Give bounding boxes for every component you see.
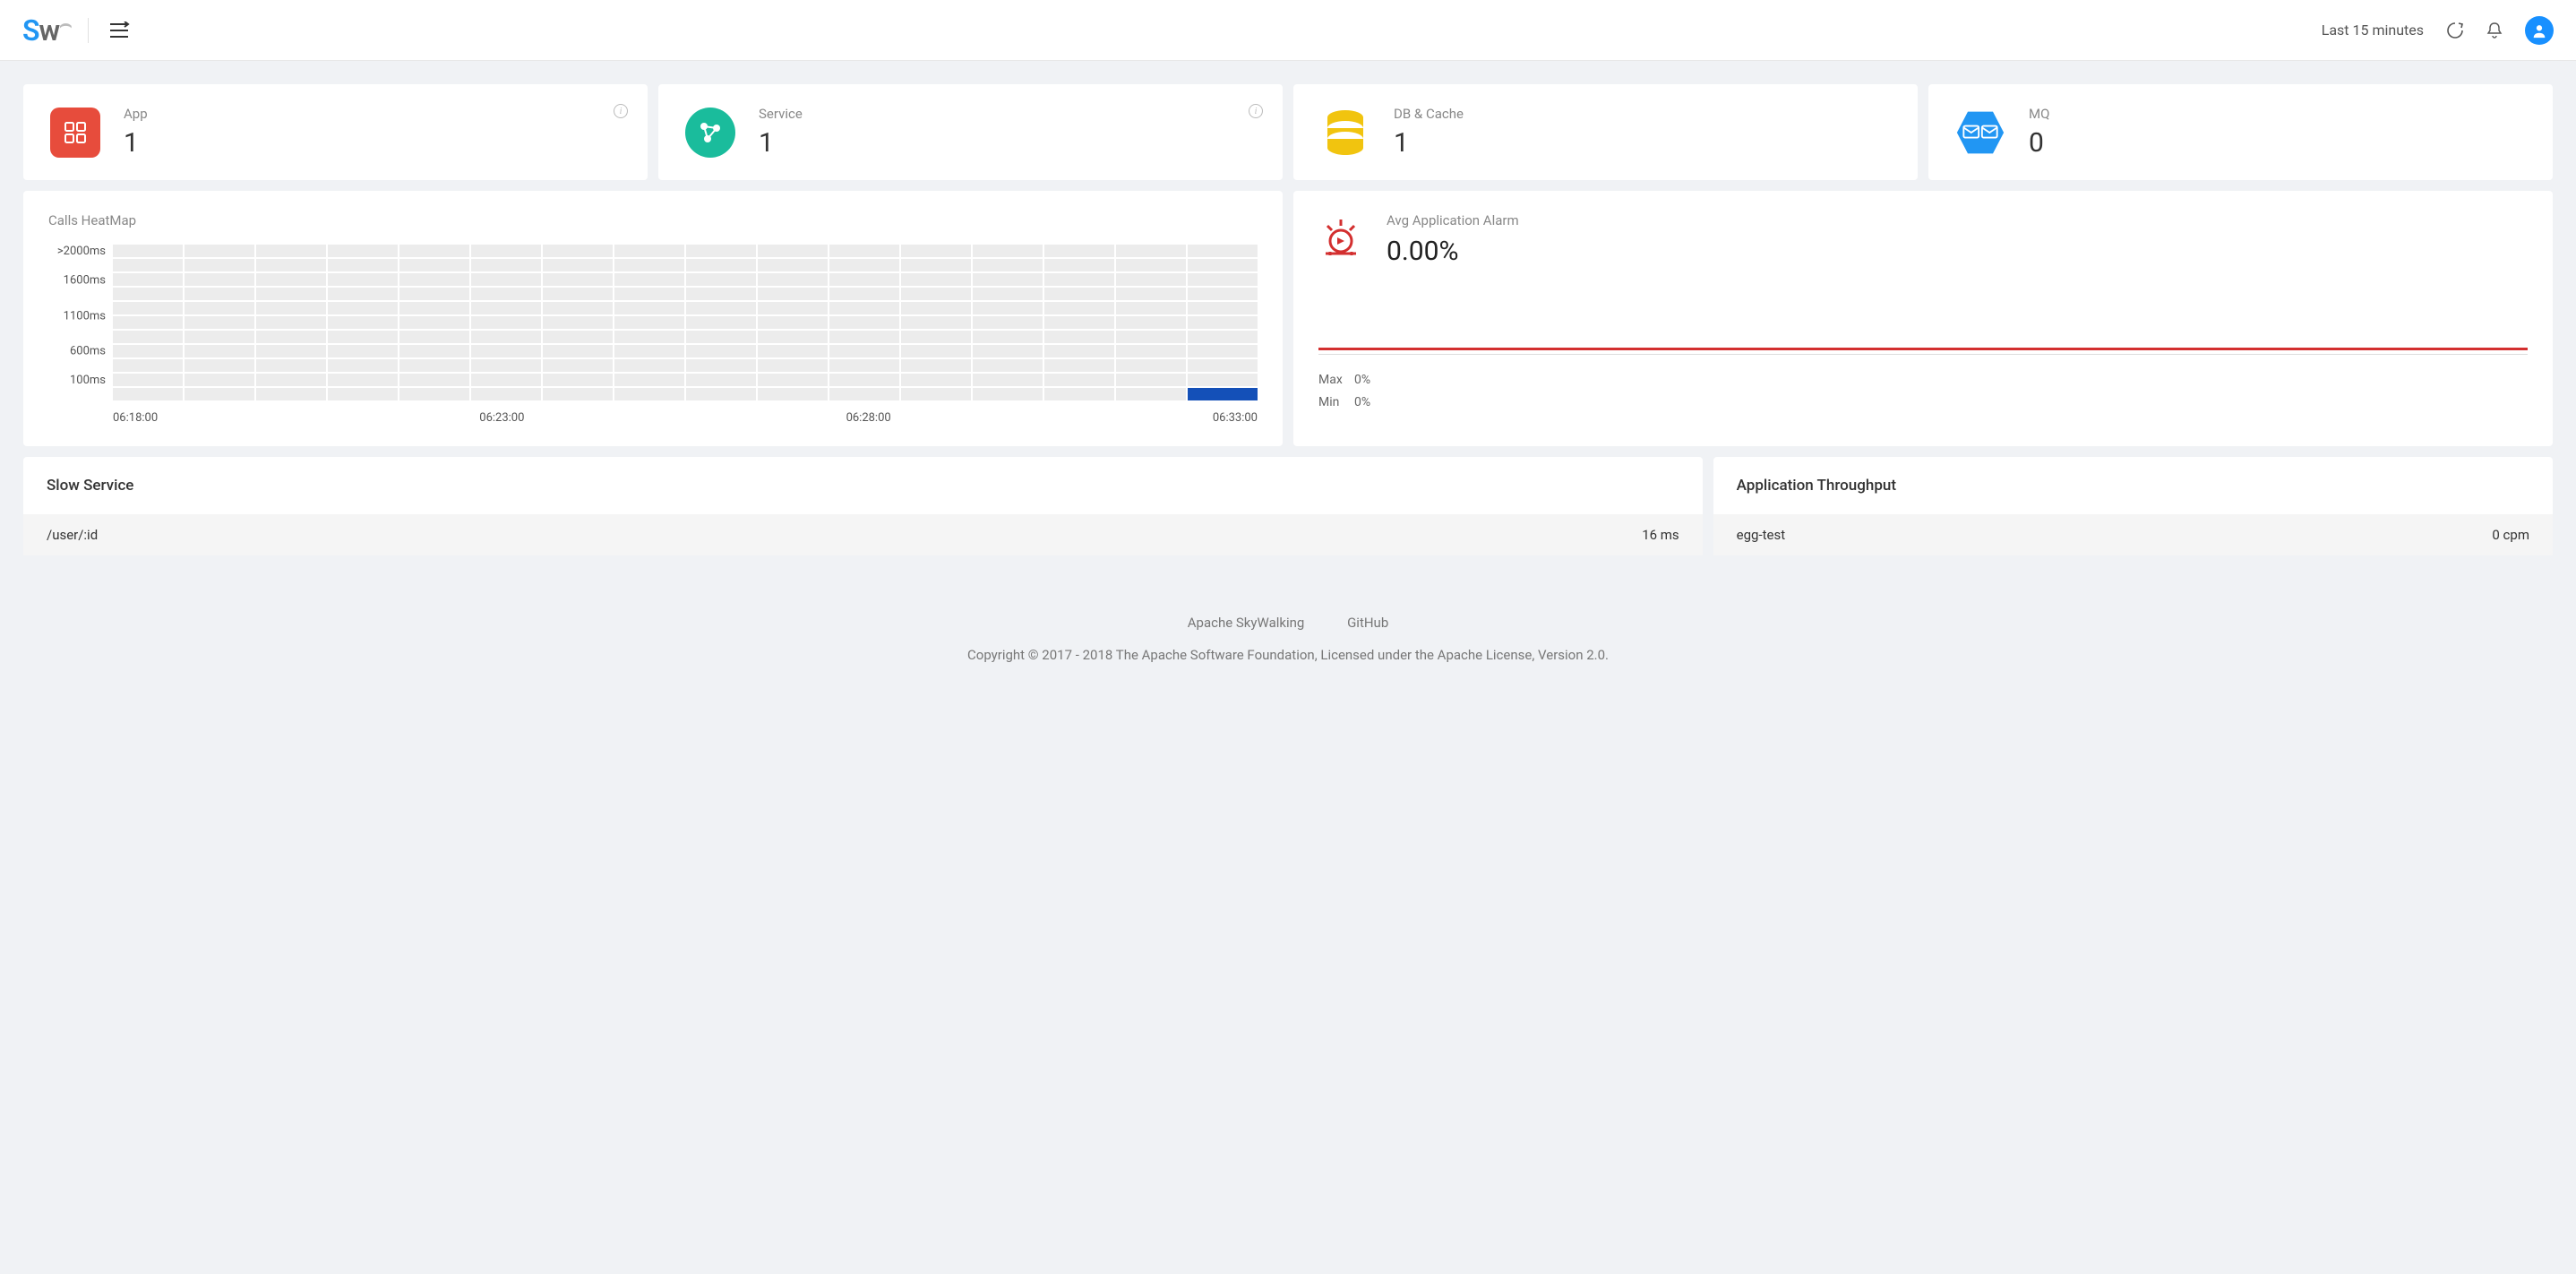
heatmap-grid	[113, 245, 1258, 400]
mq-icon	[1955, 108, 2005, 158]
alarm-panel: Avg Application Alarm 0.00% Max0% Min0%	[1293, 191, 2553, 446]
card-value: 0	[2029, 127, 2049, 159]
slow-service-panel: Slow Service /user/:id 16 ms	[23, 457, 1703, 555]
card-label: DB & Cache	[1394, 106, 1464, 122]
logo: Sw⌢	[22, 13, 72, 47]
throughput-value: 0 cpm	[2492, 527, 2529, 543]
stat-card-mq: MQ 0	[1928, 84, 2553, 180]
bell-icon[interactable]	[2486, 22, 2503, 39]
card-value: 1	[1394, 127, 1464, 159]
copyright-text: Copyright © 2017 - 2018 The Apache Softw…	[0, 647, 2576, 663]
network-icon	[685, 108, 735, 158]
charts-row: Calls HeatMap >2000ms 1600ms 1100ms 600m…	[23, 191, 2553, 446]
footer-link-skywalking[interactable]: Apache SkyWalking	[1188, 615, 1305, 631]
app-name: egg-test	[1737, 527, 1785, 543]
alarm-stats: Max0% Min0%	[1318, 369, 2528, 414]
dashboard-content: App 1 i Service 1 i DB & Cache 1	[0, 61, 2576, 579]
time-range-selector[interactable]: Last 15 minutes	[2322, 22, 2424, 39]
app-header: Sw⌢ Last 15 minutes	[0, 0, 2576, 61]
heatmap-panel: Calls HeatMap >2000ms 1600ms 1100ms 600m…	[23, 191, 1283, 446]
footer: Apache SkyWalking GitHub Copyright © 201…	[0, 579, 2576, 681]
card-label: MQ	[2029, 106, 2049, 122]
refresh-icon[interactable]	[2446, 22, 2464, 39]
divider	[88, 18, 89, 43]
alarm-gauge	[1318, 348, 2528, 350]
service-latency: 16 ms	[1642, 527, 1679, 543]
alarm-icon	[1318, 214, 1363, 263]
info-icon[interactable]: i	[614, 104, 628, 118]
info-icon[interactable]: i	[1249, 104, 1263, 118]
database-icon	[1320, 108, 1370, 158]
card-label: App	[124, 106, 148, 122]
user-avatar[interactable]	[2525, 16, 2554, 45]
panel-title: Application Throughput	[1713, 457, 2553, 514]
heatmap-y-axis: >2000ms 1600ms 1100ms 600ms 100ms	[48, 245, 106, 400]
stat-cards-row: App 1 i Service 1 i DB & Cache 1	[23, 84, 2553, 180]
card-label: Service	[759, 106, 803, 122]
panel-title: Calls HeatMap	[48, 212, 1258, 228]
grid-icon	[50, 108, 100, 158]
card-value: 1	[124, 127, 148, 159]
list-item[interactable]: /user/:id 16 ms	[23, 514, 1703, 555]
panel-title: Slow Service	[23, 457, 1703, 514]
throughput-panel: Application Throughput egg-test 0 cpm	[1713, 457, 2553, 555]
alarm-value: 0.00%	[1387, 236, 1519, 267]
stat-card-service: Service 1 i	[658, 84, 1283, 180]
stat-card-db: DB & Cache 1	[1293, 84, 1918, 180]
service-name: /user/:id	[47, 527, 98, 543]
lists-row: Slow Service /user/:id 16 ms Application…	[23, 457, 2553, 555]
alarm-label: Avg Application Alarm	[1387, 212, 1519, 228]
footer-link-github[interactable]: GitHub	[1347, 615, 1388, 631]
heatmap-x-axis: 06:18:00 06:23:00 06:28:00 06:33:00	[113, 408, 1258, 425]
menu-toggle-icon[interactable]	[105, 18, 133, 43]
list-item[interactable]: egg-test 0 cpm	[1713, 514, 2553, 555]
stat-card-app: App 1 i	[23, 84, 648, 180]
card-value: 1	[759, 127, 803, 159]
